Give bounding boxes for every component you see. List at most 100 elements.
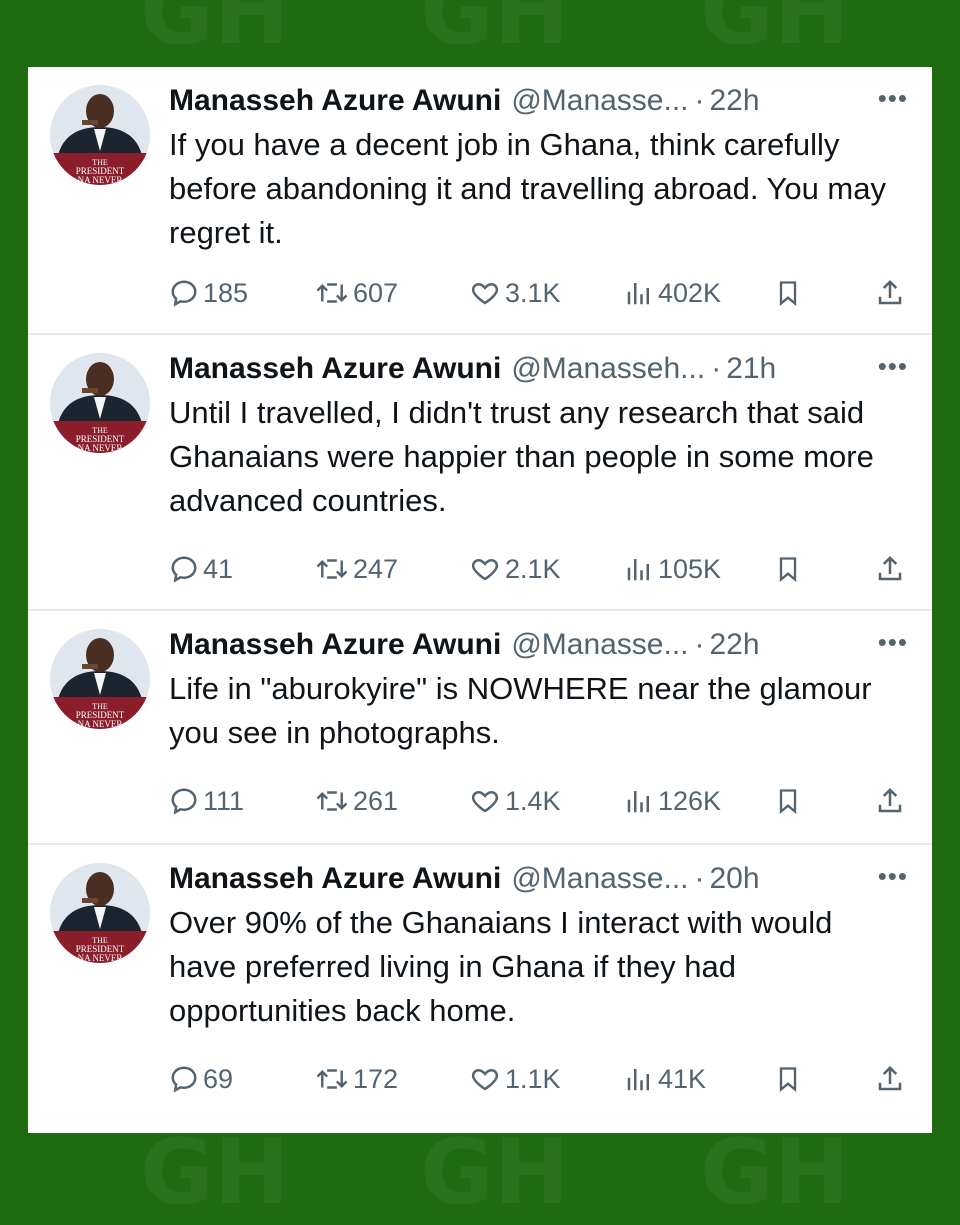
avatar[interactable]: THE PRESIDENT NA NEVER: [50, 629, 150, 729]
bookmark-button[interactable]: [774, 273, 802, 313]
bookmark-button[interactable]: [774, 781, 802, 821]
reply-button[interactable]: 69: [169, 1059, 233, 1099]
retweet-icon: [316, 283, 348, 303]
tweets-card: THE PRESIDENT NA NEVER Manasseh Azure Aw…: [28, 67, 932, 1133]
views-button[interactable]: 126K: [624, 781, 721, 821]
more-options-icon[interactable]: •••: [878, 861, 908, 892]
avatar[interactable]: THE PRESIDENT NA NEVER: [50, 353, 150, 453]
heart-icon: [471, 1068, 499, 1091]
share-icon: [878, 787, 902, 813]
retweet-button[interactable]: 172: [315, 1059, 398, 1099]
author-name[interactable]: Manasseh Azure Awuni: [169, 352, 501, 386]
reply-count: 111: [203, 785, 245, 816]
author-handle[interactable]: @Manasse...: [511, 628, 688, 662]
tweet-text: Over 90% of the Ghanaians I interact wit…: [169, 905, 833, 1028]
views-icon: [627, 283, 649, 305]
bookmark-icon: [779, 789, 797, 814]
more-options-icon[interactable]: •••: [878, 627, 908, 658]
bookmark-button[interactable]: [774, 549, 802, 589]
bookmark-icon: [779, 281, 797, 306]
svg-text:NA NEVER: NA NEVER: [78, 175, 123, 185]
tweet[interactable]: THE PRESIDENT NA NEVER Manasseh Azure Aw…: [28, 611, 932, 845]
svg-text:NA NEVER: NA NEVER: [78, 719, 123, 729]
separator-dot: ·: [711, 352, 722, 385]
views-icon: [627, 791, 649, 813]
svg-text:NA NEVER: NA NEVER: [78, 443, 123, 453]
views-button[interactable]: 402K: [624, 273, 721, 313]
view-count: 41K: [658, 1063, 707, 1094]
bookmark-button[interactable]: [774, 1059, 802, 1099]
author-name[interactable]: Manasseh Azure Awuni: [169, 628, 501, 662]
share-icon: [878, 555, 902, 581]
share-button[interactable]: [875, 273, 905, 313]
like-button[interactable]: 3.1K: [469, 273, 561, 313]
reply-icon: [171, 1066, 197, 1093]
like-button[interactable]: 2.1K: [469, 549, 561, 589]
timestamp[interactable]: 20h: [710, 862, 760, 896]
share-button[interactable]: [875, 781, 905, 821]
share-button[interactable]: [875, 1059, 905, 1099]
retweet-icon: [316, 1069, 348, 1089]
retweet-count: 261: [353, 785, 399, 816]
timestamp[interactable]: 22h: [710, 84, 760, 118]
tweet[interactable]: THE PRESIDENT NA NEVER Manasseh Azure Aw…: [28, 845, 932, 1133]
retweet-icon: [316, 559, 348, 579]
retweet-count: 172: [353, 1063, 399, 1094]
author-handle[interactable]: @Manasse...: [511, 862, 688, 896]
separator-dot: ·: [694, 84, 705, 117]
svg-text:NA NEVER: NA NEVER: [78, 953, 123, 963]
like-button[interactable]: 1.4K: [469, 781, 561, 821]
view-count: 126K: [658, 785, 722, 816]
reply-count: 69: [203, 1063, 234, 1094]
heart-icon: [471, 558, 499, 581]
reply-icon: [171, 280, 197, 307]
author-name[interactable]: Manasseh Azure Awuni: [169, 84, 501, 118]
heart-icon: [471, 282, 499, 305]
views-button[interactable]: 41K: [624, 1059, 706, 1099]
retweet-button[interactable]: 247: [315, 549, 398, 589]
views-button[interactable]: 105K: [624, 549, 721, 589]
more-options-icon[interactable]: •••: [878, 351, 908, 382]
tweet-text: If you have a decent job in Ghana, think…: [169, 127, 886, 250]
tweet[interactable]: THE PRESIDENT NA NEVER Manasseh Azure Aw…: [28, 335, 932, 611]
reply-icon: [171, 556, 197, 583]
reply-count: 41: [203, 553, 234, 584]
tweet-actions: 185 607 3.1K 402K: [169, 273, 909, 313]
retweet-button[interactable]: 261: [315, 781, 398, 821]
views-icon: [627, 1069, 649, 1091]
reply-button[interactable]: 185: [169, 273, 248, 313]
retweet-icon: [316, 791, 348, 811]
retweet-count: 247: [353, 553, 399, 584]
heart-icon: [471, 790, 499, 813]
share-button[interactable]: [875, 549, 905, 589]
view-count: 105K: [658, 553, 722, 584]
views-icon: [627, 559, 649, 581]
timestamp[interactable]: 22h: [710, 628, 760, 662]
tweet-actions: 111 261 1.4K 126K: [169, 781, 909, 821]
avatar[interactable]: THE PRESIDENT NA NEVER: [50, 85, 150, 185]
avatar[interactable]: THE PRESIDENT NA NEVER: [50, 863, 150, 963]
separator-dot: ·: [694, 628, 705, 661]
reply-button[interactable]: 41: [169, 549, 233, 589]
share-icon: [878, 1065, 902, 1091]
share-icon: [878, 279, 902, 305]
author-handle[interactable]: @Manasseh...: [511, 352, 705, 386]
tweet[interactable]: THE PRESIDENT NA NEVER Manasseh Azure Aw…: [28, 67, 932, 335]
tweet-actions: 41 247 2.1K 105K: [169, 549, 909, 589]
retweet-count: 607: [353, 277, 399, 308]
reply-button[interactable]: 111: [169, 781, 244, 821]
author-name[interactable]: Manasseh Azure Awuni: [169, 862, 501, 896]
like-button[interactable]: 1.1K: [469, 1059, 561, 1099]
retweet-button[interactable]: 607: [315, 273, 398, 313]
bookmark-icon: [779, 557, 797, 582]
tweet-actions: 69 172 1.1K 41K: [169, 1059, 909, 1099]
timestamp[interactable]: 21h: [726, 352, 776, 386]
tweet-text: Until I travelled, I didn't trust any re…: [169, 395, 874, 518]
author-handle[interactable]: @Manasse...: [511, 84, 688, 118]
reply-count: 185: [203, 277, 249, 308]
like-count: 3.1K: [505, 277, 561, 308]
more-options-icon[interactable]: •••: [878, 83, 908, 114]
view-count: 402K: [658, 277, 722, 308]
like-count: 2.1K: [505, 553, 561, 584]
like-count: 1.4K: [505, 785, 561, 816]
